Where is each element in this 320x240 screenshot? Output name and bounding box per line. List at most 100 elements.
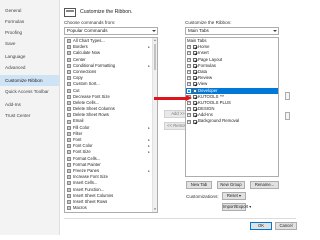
rename-button[interactable]: Rename... [250, 181, 279, 189]
command-icon [67, 187, 71, 192]
command-icon [67, 57, 71, 62]
sidebar-item-formulas[interactable]: Formulas [0, 16, 59, 27]
command-icon [67, 156, 71, 161]
command-icon [67, 113, 71, 118]
ribbon-tabs-value: Main Tabs [188, 28, 209, 33]
annotation-arrow-head [186, 95, 192, 101]
expand-icon[interactable]: + [187, 82, 191, 87]
command-icon [67, 138, 71, 143]
expand-icon[interactable]: + [187, 57, 191, 62]
import-export-button[interactable]: Import/Export ▾ [222, 203, 251, 211]
customize-ribbon-panel: Customize the Ribbon. Choose commands fr… [64, 0, 300, 235]
tab-checkbox[interactable] [192, 119, 197, 124]
scroll-down-icon[interactable]: ▼ [153, 207, 157, 212]
sidebar-item-trust-center[interactable]: Trust Center [0, 110, 59, 121]
expand-icon[interactable]: + [187, 88, 191, 93]
commands-rows: All Chart Types... Borders ▸ Calculate Now C… [65, 38, 157, 213]
expand-icon[interactable]: + [187, 70, 191, 75]
expand-icon[interactable]: + [187, 76, 191, 81]
expand-icon[interactable]: + [187, 119, 191, 124]
customize-ribbon-label: Customize the Ribbon: [185, 20, 232, 25]
tab-checkbox[interactable] [192, 45, 197, 50]
sidebar-item-proofing[interactable]: Proofing [0, 27, 59, 38]
command-label: Merge & Center [73, 211, 157, 212]
command-icon [67, 70, 71, 75]
command-icon [67, 88, 71, 93]
command-icon [67, 51, 71, 56]
ribbon-tab-label: Background Removal [198, 118, 240, 124]
command-icon [67, 206, 71, 211]
sidebar-item-customize-ribbon[interactable]: Customize Ribbon [0, 75, 59, 86]
command-icon [67, 131, 71, 136]
tab-rows: + Home + Insert + Page Layout + Formulas + Data + R… [186, 44, 278, 124]
tab-checkbox[interactable] [192, 100, 197, 105]
ok-button[interactable]: OK [250, 222, 272, 230]
scrollbar-thumb[interactable] [154, 44, 156, 70]
tab-checkbox[interactable] [192, 107, 197, 112]
command-icon [67, 199, 71, 204]
tab-checkbox[interactable] [192, 88, 197, 93]
ribbon-tab-item[interactable]: + Background Removal [186, 118, 278, 124]
sidebar-item-language[interactable]: Language [0, 51, 59, 62]
command-icon [67, 125, 71, 130]
command-icon [67, 193, 71, 198]
tab-checkbox[interactable] [192, 70, 197, 75]
tab-checkbox[interactable] [192, 57, 197, 62]
choose-commands-dropdown[interactable]: Popular Commands [64, 27, 158, 35]
options-sidebar: General Formulas Proofing Save Language Advan… [0, 0, 60, 235]
command-icon [67, 181, 71, 186]
reset-label: Reset [226, 193, 238, 198]
command-icon [67, 76, 71, 81]
chevron-down-icon [273, 30, 277, 32]
new-tab-button[interactable]: New Tab [186, 181, 212, 189]
command-icon [67, 212, 71, 213]
command-icon [67, 82, 71, 87]
import-export-label: Import/Export [223, 204, 249, 209]
cancel-button[interactable]: Cancel [275, 222, 297, 230]
tab-checkbox[interactable] [192, 82, 197, 87]
expand-icon[interactable]: + [187, 113, 191, 118]
ribbon-tabs-tree[interactable]: Main Tabs + Home + Insert + Page Layout + Formu… [185, 37, 279, 177]
ribbon-tabs-dropdown[interactable]: Main Tabs [185, 27, 279, 35]
sidebar-item-quick-access-toolbar[interactable]: Quick Access Toolbar [0, 86, 59, 97]
sidebar-item-add-ins[interactable]: Add-Ins [0, 99, 59, 110]
scroll-up-icon[interactable]: ▲ [153, 38, 157, 43]
sidebar-item-general[interactable]: General [0, 5, 59, 16]
ribbon-icon [64, 7, 76, 17]
tab-checkbox[interactable] [192, 51, 197, 56]
command-item[interactable]: Merge & Center [65, 211, 157, 213]
expand-icon[interactable]: + [187, 107, 191, 112]
command-icon [67, 144, 71, 149]
footer-divider [64, 218, 296, 219]
command-icon [67, 107, 71, 112]
choose-commands-label: Choose commands from: [64, 20, 116, 25]
command-icon [67, 119, 71, 124]
tab-checkbox[interactable] [192, 94, 197, 99]
command-icon [67, 63, 71, 68]
customizations-label: Customizations: [186, 194, 219, 199]
choose-commands-value: Popular Commands [67, 28, 108, 33]
annotation-arrow [154, 97, 188, 100]
commands-scrollbar[interactable]: ▲ ▼ [152, 38, 157, 212]
command-icon [67, 45, 71, 50]
move-down-button[interactable] [285, 112, 290, 120]
commands-list[interactable]: All Chart Types... Borders ▸ Calculate Now C… [64, 37, 158, 213]
tab-checkbox[interactable] [192, 63, 197, 68]
command-icon [67, 175, 71, 180]
sidebar-item-advanced[interactable]: Advanced [0, 62, 59, 73]
command-icon [67, 94, 71, 99]
new-group-button[interactable]: New Group [217, 181, 245, 189]
reset-button[interactable]: Reset ▾ [222, 192, 246, 200]
expand-icon[interactable]: + [187, 63, 191, 68]
expand-icon[interactable]: + [187, 100, 191, 105]
expand-icon[interactable]: + [187, 51, 191, 56]
page-header: Customize the Ribbon. [64, 7, 132, 17]
command-icon [67, 100, 71, 105]
move-up-button[interactable] [285, 92, 290, 100]
command-icon [67, 39, 71, 44]
chevron-down-icon [152, 30, 156, 32]
tab-checkbox[interactable] [192, 113, 197, 118]
sidebar-item-save[interactable]: Save [0, 38, 59, 49]
tab-checkbox[interactable] [192, 76, 197, 81]
expand-icon[interactable]: + [187, 45, 191, 50]
